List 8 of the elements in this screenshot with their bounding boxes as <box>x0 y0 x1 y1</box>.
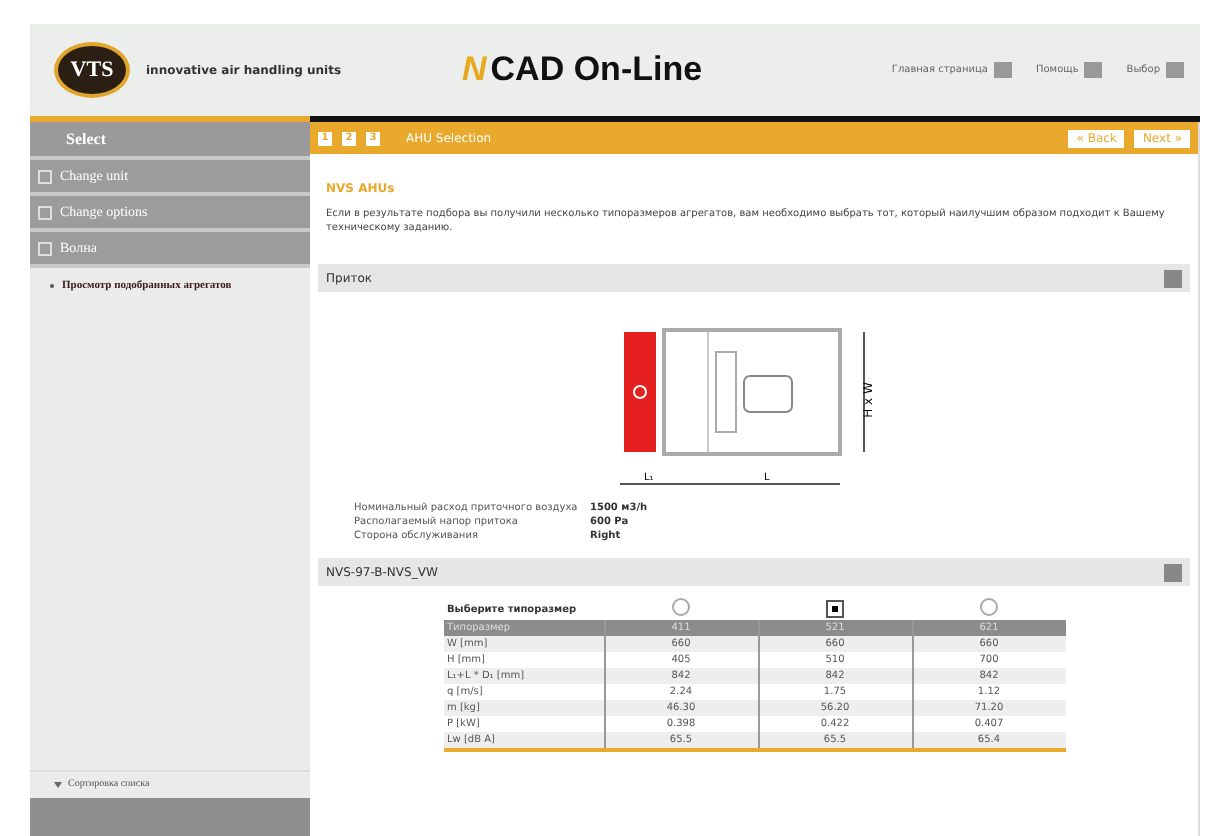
vts-logo: VTS <box>54 42 130 98</box>
app-title-mark: N <box>462 50 487 90</box>
triangle-icon <box>54 782 62 788</box>
radio-button[interactable] <box>826 600 844 618</box>
radio-button[interactable] <box>672 598 690 616</box>
app-title: CAD On-Line <box>490 50 703 90</box>
sidebar-title: Select <box>30 122 310 160</box>
radio-button[interactable] <box>979 598 998 616</box>
